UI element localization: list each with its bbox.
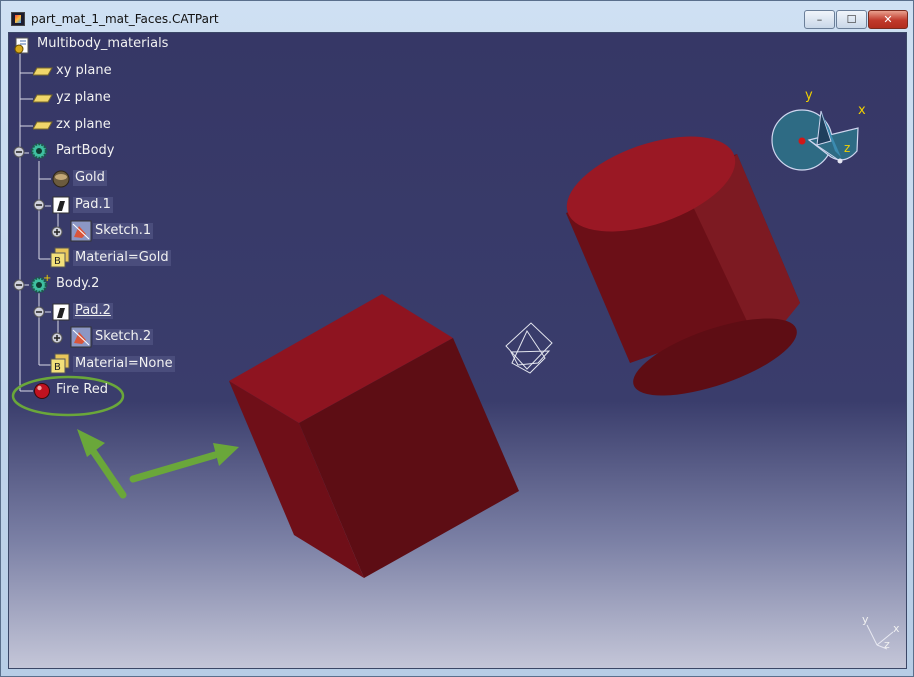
collapse-minus-icon[interactable] xyxy=(33,199,45,211)
green-arrow-right xyxy=(129,443,239,483)
pad-feature-icon xyxy=(52,303,70,321)
3d-viewport[interactable]: y x z y x z Multibody_materials xy plane… xyxy=(8,32,907,669)
svg-text:B: B xyxy=(54,256,61,267)
collapse-minus-icon[interactable] xyxy=(33,306,45,318)
svg-text:+: + xyxy=(43,273,51,284)
material-parameter-icon: B xyxy=(50,247,70,268)
compass-x-label: x xyxy=(858,103,866,118)
red-material-sphere-icon xyxy=(34,383,50,399)
tree-material-none-param[interactable]: Material=None xyxy=(73,356,175,372)
body-gear-icon: + xyxy=(30,273,51,294)
green-arrow-up xyxy=(77,429,127,499)
triad-x-label: x xyxy=(893,622,900,635)
tree-pad-2[interactable]: Pad.2 xyxy=(73,303,113,319)
tree-root-label[interactable]: Multibody_materials xyxy=(37,36,168,52)
tree-sketch-2[interactable]: Sketch.2 xyxy=(93,329,154,345)
triad-y-label: y xyxy=(862,613,869,626)
maximize-button[interactable]: ☐ xyxy=(836,10,867,29)
title-bar[interactable]: part_mat_1_mat_Faces.CATPart – ☐ ✕ xyxy=(1,1,913,31)
material-parameter-icon: B xyxy=(50,353,70,374)
pad-feature-icon xyxy=(52,196,70,214)
part-document-icon[interactable] xyxy=(13,37,31,55)
tree-xy-plane[interactable]: xy plane xyxy=(56,63,112,79)
catia-window: part_mat_1_mat_Faces.CATPart – ☐ ✕ y x z… xyxy=(0,0,914,677)
tree-sketch-1[interactable]: Sketch.1 xyxy=(93,223,154,239)
tree-body-2[interactable]: Body.2 xyxy=(56,276,99,292)
tree-material-gold-param[interactable]: Material=Gold xyxy=(73,250,171,266)
plane-icon xyxy=(33,94,53,103)
red-cube-solid[interactable] xyxy=(229,294,519,578)
svg-text:B: B xyxy=(54,362,61,373)
red-cylinder-solid[interactable] xyxy=(555,118,806,412)
plane-icon xyxy=(33,67,53,76)
collapse-minus-icon[interactable] xyxy=(13,279,25,291)
body-gear-icon xyxy=(30,142,48,160)
collapse-minus-icon[interactable] xyxy=(13,146,25,158)
compass-y-label: y xyxy=(805,88,813,103)
expand-plus-icon[interactable] xyxy=(51,226,63,238)
minimize-button[interactable]: – xyxy=(804,10,835,29)
plane-icon xyxy=(33,121,53,130)
sketch-icon xyxy=(70,220,92,242)
catia-app-icon[interactable] xyxy=(11,12,25,26)
tree-pad-1[interactable]: Pad.1 xyxy=(73,197,113,213)
window-title: part_mat_1_mat_Faces.CATPart xyxy=(31,12,219,26)
tree-fire-red-material[interactable]: Fire Red xyxy=(56,382,108,398)
sketch-icon xyxy=(70,326,92,348)
gold-material-sphere-icon xyxy=(52,170,70,188)
tree-zx-plane[interactable]: zx plane xyxy=(56,117,111,133)
tree-gold-material[interactable]: Gold xyxy=(73,170,107,186)
expand-plus-icon[interactable] xyxy=(51,332,63,344)
tree-partbody[interactable]: PartBody xyxy=(56,143,114,159)
compass-z-label: z xyxy=(844,141,851,155)
origin-planes-symbol xyxy=(505,322,553,374)
scene-layer xyxy=(11,54,894,650)
tree-yz-plane[interactable]: yz plane xyxy=(56,90,111,106)
triad-z-label: z xyxy=(884,638,890,651)
close-button[interactable]: ✕ xyxy=(868,10,908,29)
